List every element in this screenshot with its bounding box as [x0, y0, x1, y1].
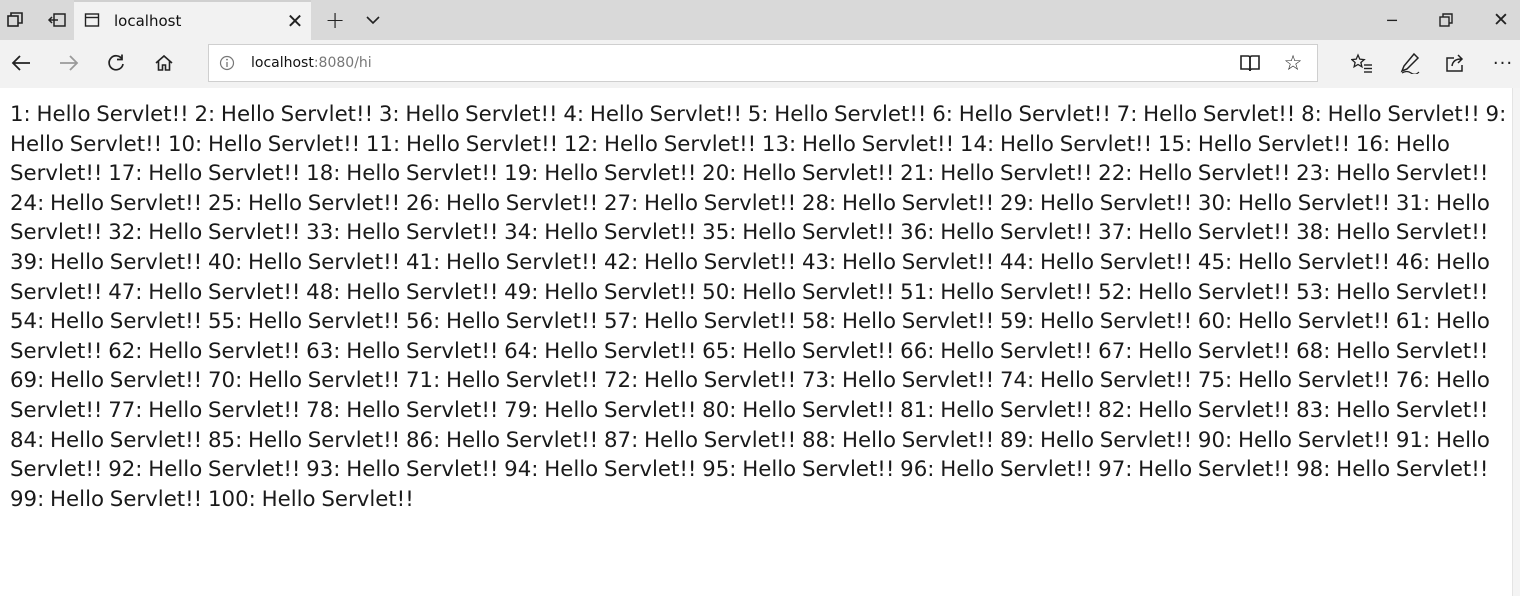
tab-localhost[interactable]: localhost ✕ [74, 0, 311, 40]
navigation-bar: localhost:8080/hi ☆ ··· [0, 40, 1520, 88]
chevron-down-icon[interactable] [360, 0, 386, 40]
book-icon[interactable] [1239, 53, 1261, 73]
address-field[interactable]: localhost:8080/hi ☆ [208, 44, 1318, 82]
tab-actions-icon[interactable] [4, 0, 26, 40]
back-button[interactable] [4, 40, 38, 86]
home-button[interactable] [147, 40, 181, 86]
more-icon[interactable]: ··· [1488, 40, 1518, 86]
favorites-hub-button[interactable] [1346, 40, 1378, 86]
url-text[interactable]: localhost:8080/hi [251, 45, 372, 81]
pen-icon [1400, 52, 1420, 74]
close-tab-icon[interactable]: ✕ [284, 2, 306, 40]
url-host: localhost [251, 55, 314, 71]
page-content: 1: Hello Servlet!! 2: Hello Servlet!! 3:… [0, 88, 1512, 596]
new-tab-button[interactable]: + [320, 0, 350, 40]
restore-button[interactable] [1430, 0, 1462, 40]
arrow-left-icon [11, 55, 30, 71]
page-scrollbar[interactable] [1512, 88, 1520, 596]
arrow-right-icon [60, 55, 79, 71]
browser-window: localhost ✕ + ─ ✕ localhost:8080/hi ☆ ··… [0, 0, 1520, 596]
page-icon [84, 12, 100, 28]
set-aside-tabs-icon[interactable] [44, 0, 70, 40]
home-icon [155, 54, 173, 71]
share-icon [1446, 54, 1464, 72]
share-button[interactable] [1440, 40, 1472, 86]
servlet-output-text: 1: Hello Servlet!! 2: Hello Servlet!! 3:… [10, 102, 1507, 512]
forward-button[interactable] [52, 40, 86, 86]
title-bar: localhost ✕ + ─ ✕ [0, 0, 1520, 40]
tab-title: localhost [114, 12, 182, 30]
info-icon[interactable] [219, 55, 235, 71]
star-icon[interactable]: ☆ [1281, 50, 1305, 76]
refresh-button[interactable] [99, 40, 133, 86]
refresh-icon [108, 54, 124, 71]
close-window-button[interactable]: ✕ [1486, 0, 1516, 40]
minimize-button[interactable]: ─ [1376, 0, 1408, 40]
add-notes-button[interactable] [1394, 40, 1426, 86]
favorites-list-icon [1351, 53, 1372, 73]
url-path: :8080/hi [313, 55, 372, 71]
